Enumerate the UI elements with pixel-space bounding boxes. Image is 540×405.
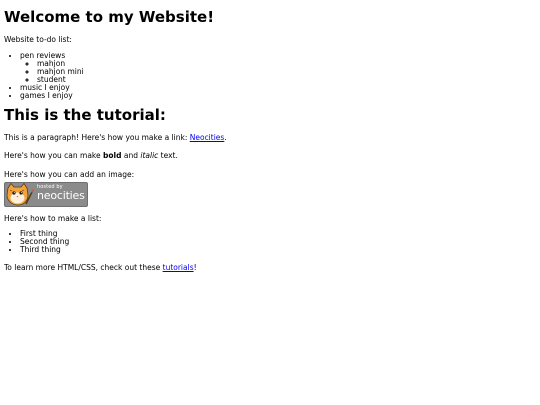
paragraph-text: To learn more HTML/CSS, check out these [4, 263, 163, 273]
paragraph-text: ! [193, 263, 197, 273]
paragraph-text: This is a paragraph! Here's how you make… [4, 132, 190, 142]
list-item: mahjon [37, 59, 536, 68]
paragraph-text: and [121, 151, 141, 161]
paragraph-link: This is a paragraph! Here's how you make… [4, 132, 536, 142]
paragraph-text: Here's how you can make [4, 151, 103, 161]
tutorial-heading: This is the tutorial: [4, 105, 166, 124]
list-item: mahjon mini [37, 67, 536, 76]
todo-label: Website to-do list: [4, 35, 72, 45]
neocities-badge-image: hosted by neocities [4, 182, 88, 208]
nested-list: mahjon mahjon mini student [20, 59, 536, 84]
list-item: games I enjoy [20, 91, 536, 100]
paragraph-formatting: Here's how you can make bold and italic … [4, 152, 536, 160]
page-content: Welcome to my Website! Website to-do lis… [4, 8, 536, 273]
paragraph-text: . [224, 132, 227, 142]
list-item: music I enjoy [20, 83, 536, 92]
paragraph-text: text. [158, 151, 178, 161]
badge-big-text: neocities [37, 189, 85, 203]
list-item: pen reviews mahjon mahjon mini student [20, 51, 536, 84]
list-item: Third thing [20, 246, 536, 254]
page-title: Welcome to my Website! [4, 8, 215, 26]
paragraph-tutorials: To learn more HTML/CSS, check out these … [4, 264, 536, 272]
paragraph-list: Here's how to make a list: [4, 214, 102, 224]
todo-list: pen reviews mahjon mahjon mini student m… [4, 51, 536, 100]
tutorials-link[interactable]: tutorials [163, 263, 194, 272]
bold-text: bold [103, 151, 122, 161]
italic-text: italic [140, 151, 159, 161]
neocities-link[interactable]: Neocities [190, 133, 225, 142]
list-item: student [37, 75, 536, 84]
badge-text: hosted by neocities [37, 185, 85, 203]
example-list: First thing Second thing Third thing [4, 230, 536, 254]
list-item: First thing [20, 230, 536, 238]
paragraph-image: Here's how you can add an image: [4, 169, 135, 179]
list-item: Second thing [20, 238, 536, 246]
